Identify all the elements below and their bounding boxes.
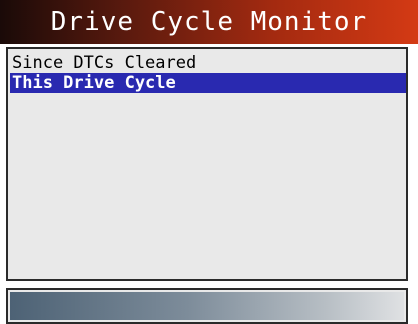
menu-item-this-drive-cycle[interactable]: This Drive Cycle bbox=[10, 73, 406, 93]
screen-title: Drive Cycle Monitor bbox=[50, 7, 368, 37]
title-bar: Drive Cycle Monitor bbox=[0, 0, 418, 44]
menu-list: Since DTCs Cleared This Drive Cycle bbox=[6, 47, 408, 281]
status-bar bbox=[10, 292, 404, 320]
status-frame bbox=[6, 288, 408, 324]
menu-item-since-dtcs-cleared[interactable]: Since DTCs Cleared bbox=[10, 53, 406, 73]
